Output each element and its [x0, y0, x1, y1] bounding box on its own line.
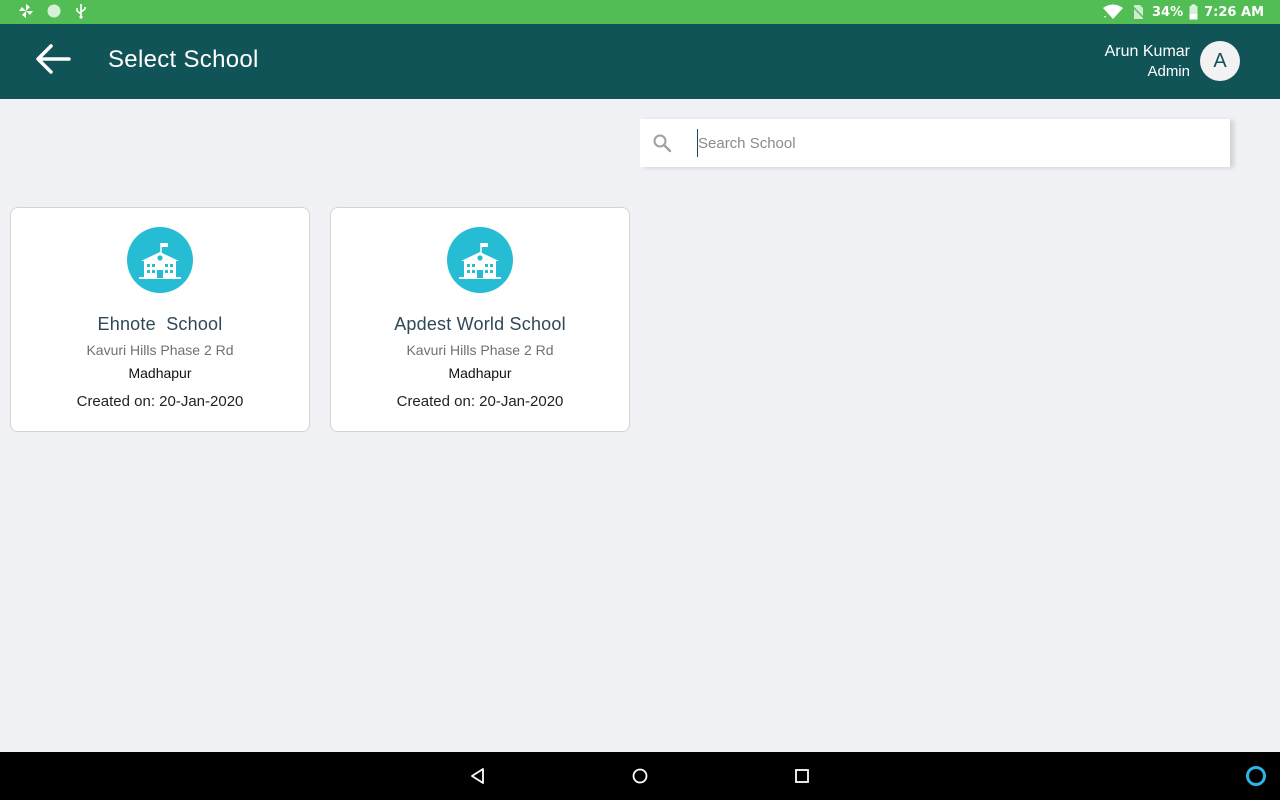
pinwheel-icon [18, 3, 34, 19]
usb-icon [74, 3, 88, 19]
school-building-icon [447, 227, 513, 293]
school-address: Kavuri Hills Phase 2 Rd [406, 342, 554, 358]
user-role: Admin [1147, 63, 1190, 80]
school-city: Madhapur [448, 365, 512, 381]
wifi-icon [1102, 4, 1124, 20]
school-created-date: Created on: 20-Jan-2020 [76, 393, 244, 410]
status-bar: 34% 7:26 AM [0, 0, 1280, 24]
school-card[interactable]: Ehnote School Kavuri Hills Phase 2 Rd Ma… [10, 207, 310, 432]
arrow-left-icon [35, 43, 71, 79]
battery-percent: 34% [1152, 4, 1184, 20]
nav-home-circle-icon[interactable] [630, 766, 650, 786]
school-address: Kavuri Hills Phase 2 Rd [86, 342, 234, 358]
nav-back-triangle-icon[interactable] [468, 766, 488, 786]
user-name: Arun Kumar [1104, 43, 1190, 60]
school-building-icon [127, 227, 193, 293]
avatar[interactable]: A [1200, 41, 1240, 81]
search-icon [652, 133, 672, 157]
search-input[interactable] [697, 129, 1217, 157]
school-created-date: Created on: 20-Jan-2020 [396, 393, 564, 410]
status-bar-system: 34% 7:26 AM [1102, 0, 1264, 24]
assistant-ring-icon[interactable] [1246, 766, 1266, 786]
search-box [640, 119, 1230, 167]
circle-icon [46, 3, 62, 19]
back-button[interactable] [30, 41, 76, 81]
school-name: Ehnote School [97, 314, 223, 334]
school-city: Madhapur [128, 365, 192, 381]
navigation-bar [0, 752, 1280, 800]
school-name: Apdest World School [394, 314, 566, 334]
user-info: Arun Kumar Admin [1105, 42, 1190, 82]
status-bar-notifications [18, 3, 88, 19]
no-sim-icon [1130, 4, 1146, 20]
battery-icon [1189, 4, 1198, 20]
nav-recents-square-icon[interactable] [792, 766, 812, 786]
page-title: Select School [108, 46, 259, 73]
app-bar: Select School Arun Kumar Admin A [0, 24, 1280, 99]
clock: 7:26 AM [1204, 4, 1264, 20]
school-card[interactable]: Apdest World School Kavuri Hills Phase 2… [330, 207, 630, 432]
